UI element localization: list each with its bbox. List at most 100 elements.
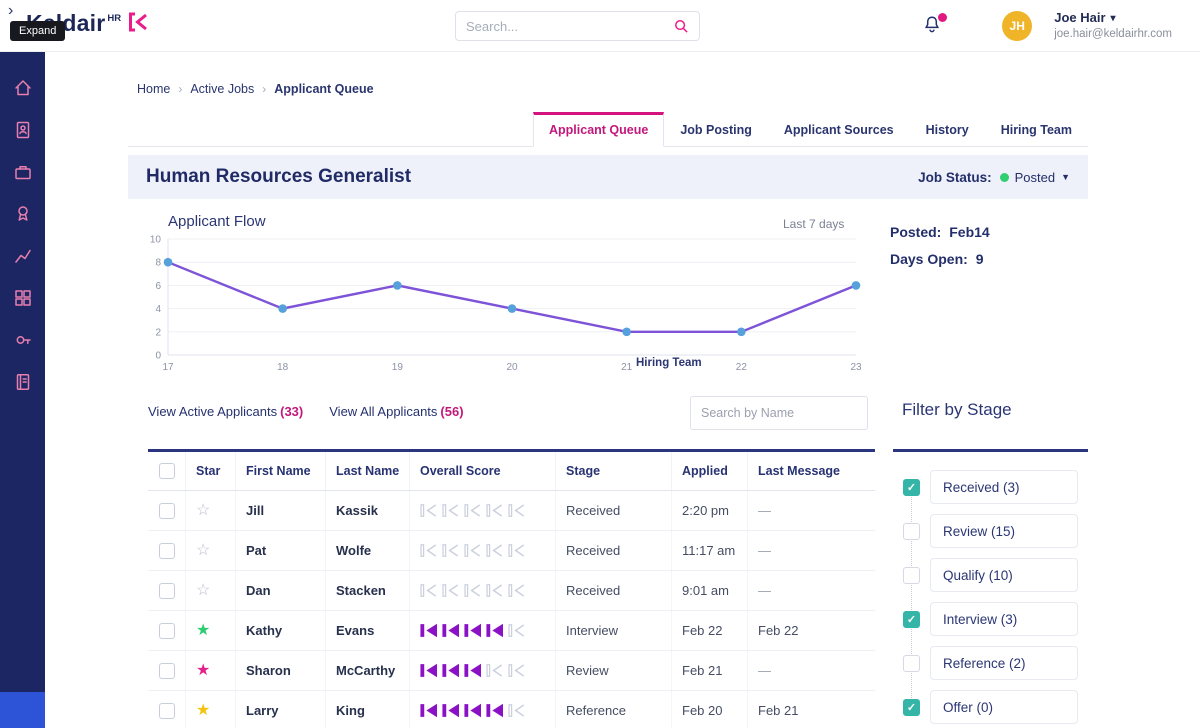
tab-applicant-sources[interactable]: Applicant Sources <box>768 112 910 147</box>
favorite-star-icon[interactable]: ★ <box>196 703 210 719</box>
view-active-applicants-link[interactable]: View Active Applicants(33) <box>148 404 303 419</box>
column-header-star[interactable]: Star <box>186 452 236 490</box>
stage-label[interactable]: Reference (2) <box>930 646 1078 680</box>
stage-label[interactable]: Review (15) <box>930 514 1078 548</box>
column-header-overall-score[interactable]: Overall Score <box>410 452 556 490</box>
stage-label[interactable]: Interview (3) <box>930 602 1078 636</box>
chart-range-label: Last 7 days <box>783 217 844 231</box>
column-header-applied[interactable]: Applied <box>672 452 748 490</box>
filter-by-stage-panel: ✓ Received (3) Review (15) Qualify (10) … <box>893 449 1088 728</box>
stage-checkbox[interactable] <box>903 567 920 584</box>
row-checkbox[interactable] <box>159 583 175 599</box>
score-mark-icon <box>486 543 503 558</box>
stage-label[interactable]: Offer (0) <box>930 690 1078 724</box>
first-name: Sharon <box>246 663 291 678</box>
favorite-star-icon[interactable]: ★ <box>196 663 210 679</box>
header-right: JH Joe Hair ▾ joe.hair@keldairhr.com <box>922 0 1172 52</box>
name-search <box>690 396 868 430</box>
last-name: Evans <box>336 623 374 638</box>
row-checkbox[interactable] <box>159 503 175 519</box>
stage-checkbox[interactable] <box>903 523 920 540</box>
favorite-star-icon[interactable]: ☆ <box>196 503 210 519</box>
select-all-checkbox[interactable] <box>159 463 175 479</box>
svg-text:21: 21 <box>621 362 633 373</box>
stage-checkbox[interactable]: ✓ <box>903 611 920 628</box>
search-icon[interactable] <box>674 19 689 34</box>
filter-stage-item: Review (15) <box>903 514 1088 548</box>
filter-by-stage-title: Filter by Stage <box>902 400 1012 420</box>
svg-text:17: 17 <box>162 362 174 373</box>
stage-label[interactable]: Received (3) <box>930 470 1078 504</box>
favorite-star-icon[interactable]: ☆ <box>196 583 210 599</box>
stage: Received <box>556 491 672 530</box>
column-header-stage[interactable]: Stage <box>556 452 672 490</box>
notification-badge <box>938 13 947 22</box>
tab-applicant-queue[interactable]: Applicant Queue <box>533 112 664 147</box>
score-mark-icon <box>442 623 459 638</box>
global-search-input[interactable] <box>466 19 674 34</box>
stage: Interview <box>556 611 672 650</box>
awards-icon[interactable] <box>13 204 33 224</box>
breadcrumb-active-jobs[interactable]: Active Jobs <box>190 82 254 96</box>
job-status-label: Job Status: <box>918 170 992 185</box>
reports-icon[interactable] <box>13 246 33 266</box>
sidebar-expand-button[interactable]: › <box>8 2 13 20</box>
favorite-star-icon[interactable]: ☆ <box>196 543 210 559</box>
applicant-table-header: StarFirst NameLast NameOverall ScoreStag… <box>148 452 875 491</box>
stage-checkbox[interactable]: ✓ <box>903 699 920 716</box>
home-icon[interactable] <box>13 78 33 98</box>
row-checkbox[interactable] <box>159 623 175 639</box>
tab-history[interactable]: History <box>910 112 985 147</box>
jobs-icon[interactable] <box>13 162 33 182</box>
row-checkbox[interactable] <box>159 543 175 559</box>
tab-hiring-team[interactable]: Hiring Team <box>985 112 1088 147</box>
app-root: › Expand Keldair HR <box>0 0 1200 728</box>
row-checkbox[interactable] <box>159 663 175 679</box>
filter-stage-list: ✓ Received (3) Review (15) Qualify (10) … <box>903 470 1088 724</box>
svg-text:8: 8 <box>155 258 161 269</box>
overall-score <box>410 571 556 610</box>
stage-label[interactable]: Qualify (10) <box>930 558 1078 592</box>
avatar[interactable]: JH <box>1002 11 1032 41</box>
row-checkbox[interactable] <box>159 703 175 719</box>
column-header-first-name[interactable]: First Name <box>236 452 326 490</box>
table-row: ★ Kathy Evans Interview Feb 22 Feb 22 <box>148 611 875 651</box>
user-name-dropdown[interactable]: Joe Hair ▾ <box>1054 10 1172 27</box>
score-mark-icon <box>464 623 481 638</box>
score-mark-icon <box>486 703 503 718</box>
tab-job-posting[interactable]: Job Posting <box>664 112 768 147</box>
view-all-applicants-link[interactable]: View All Applicants(56) <box>329 404 463 419</box>
last-name: Stacken <box>336 583 386 598</box>
svg-text:23: 23 <box>850 362 862 373</box>
table-row: ☆ Dan Stacken Received 9:01 am — <box>148 571 875 611</box>
stage-checkbox[interactable] <box>903 655 920 672</box>
score-mark-icon <box>508 703 525 718</box>
board-icon[interactable] <box>13 288 33 308</box>
records-icon[interactable] <box>13 372 33 392</box>
posted-info: Posted: Feb14 Days Open: 9 <box>890 219 990 274</box>
stage: Reference <box>556 691 672 728</box>
column-header-last-name[interactable]: Last Name <box>326 452 410 490</box>
score-mark-icon <box>420 543 437 558</box>
applicant-controls: View Active Applicants(33) View All Appl… <box>128 395 1088 435</box>
table-row: ☆ Jill Kassik Received 2:20 pm — <box>148 491 875 531</box>
svg-text:2: 2 <box>155 327 161 338</box>
applicant-flow-card: Applicant Flow Last 7 days 0246810171819… <box>128 205 1088 381</box>
svg-text:22: 22 <box>736 362 748 373</box>
score-mark-icon <box>508 623 525 638</box>
last-name: King <box>336 703 365 718</box>
column-header-last-message[interactable]: Last Message <box>748 452 875 490</box>
breadcrumb-home[interactable]: Home <box>137 82 170 96</box>
favorite-star-icon[interactable]: ★ <box>196 623 210 639</box>
applied: Feb 20 <box>672 691 748 728</box>
access-icon[interactable] <box>13 330 33 350</box>
applicants-icon[interactable] <box>13 120 33 140</box>
first-name: Pat <box>246 543 266 558</box>
stage-checkbox[interactable]: ✓ <box>903 479 920 496</box>
notifications-bell-icon[interactable] <box>922 15 944 37</box>
content-row: StarFirst NameLast NameOverall ScoreStag… <box>148 449 1200 728</box>
job-status: Job Status: Posted ▼ <box>918 170 1070 185</box>
first-name: Jill <box>246 503 264 518</box>
search-by-name-input[interactable] <box>701 406 862 420</box>
job-status-dropdown[interactable]: Posted ▼ <box>1000 170 1070 185</box>
